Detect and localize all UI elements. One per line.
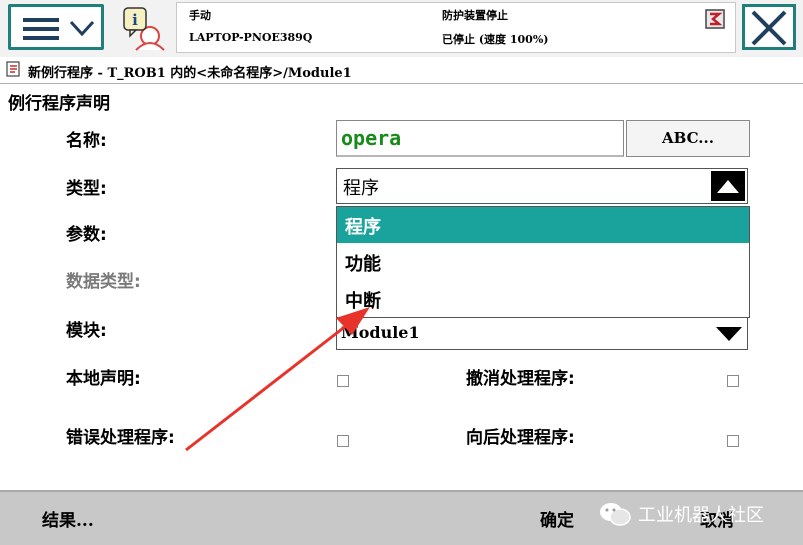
watermark-text: 工业机器人社区 [638, 505, 764, 526]
ok-button[interactable]: 确定 [540, 506, 574, 531]
results-button[interactable]: 结果... [42, 506, 94, 531]
annotation-arrow-icon [185, 307, 370, 452]
wechat-icon [600, 503, 631, 526]
bottom-bar: 结果... 确定 取消 工业机器人社区 [0, 490, 803, 545]
watermark: 工业机器人社区 [598, 497, 764, 531]
